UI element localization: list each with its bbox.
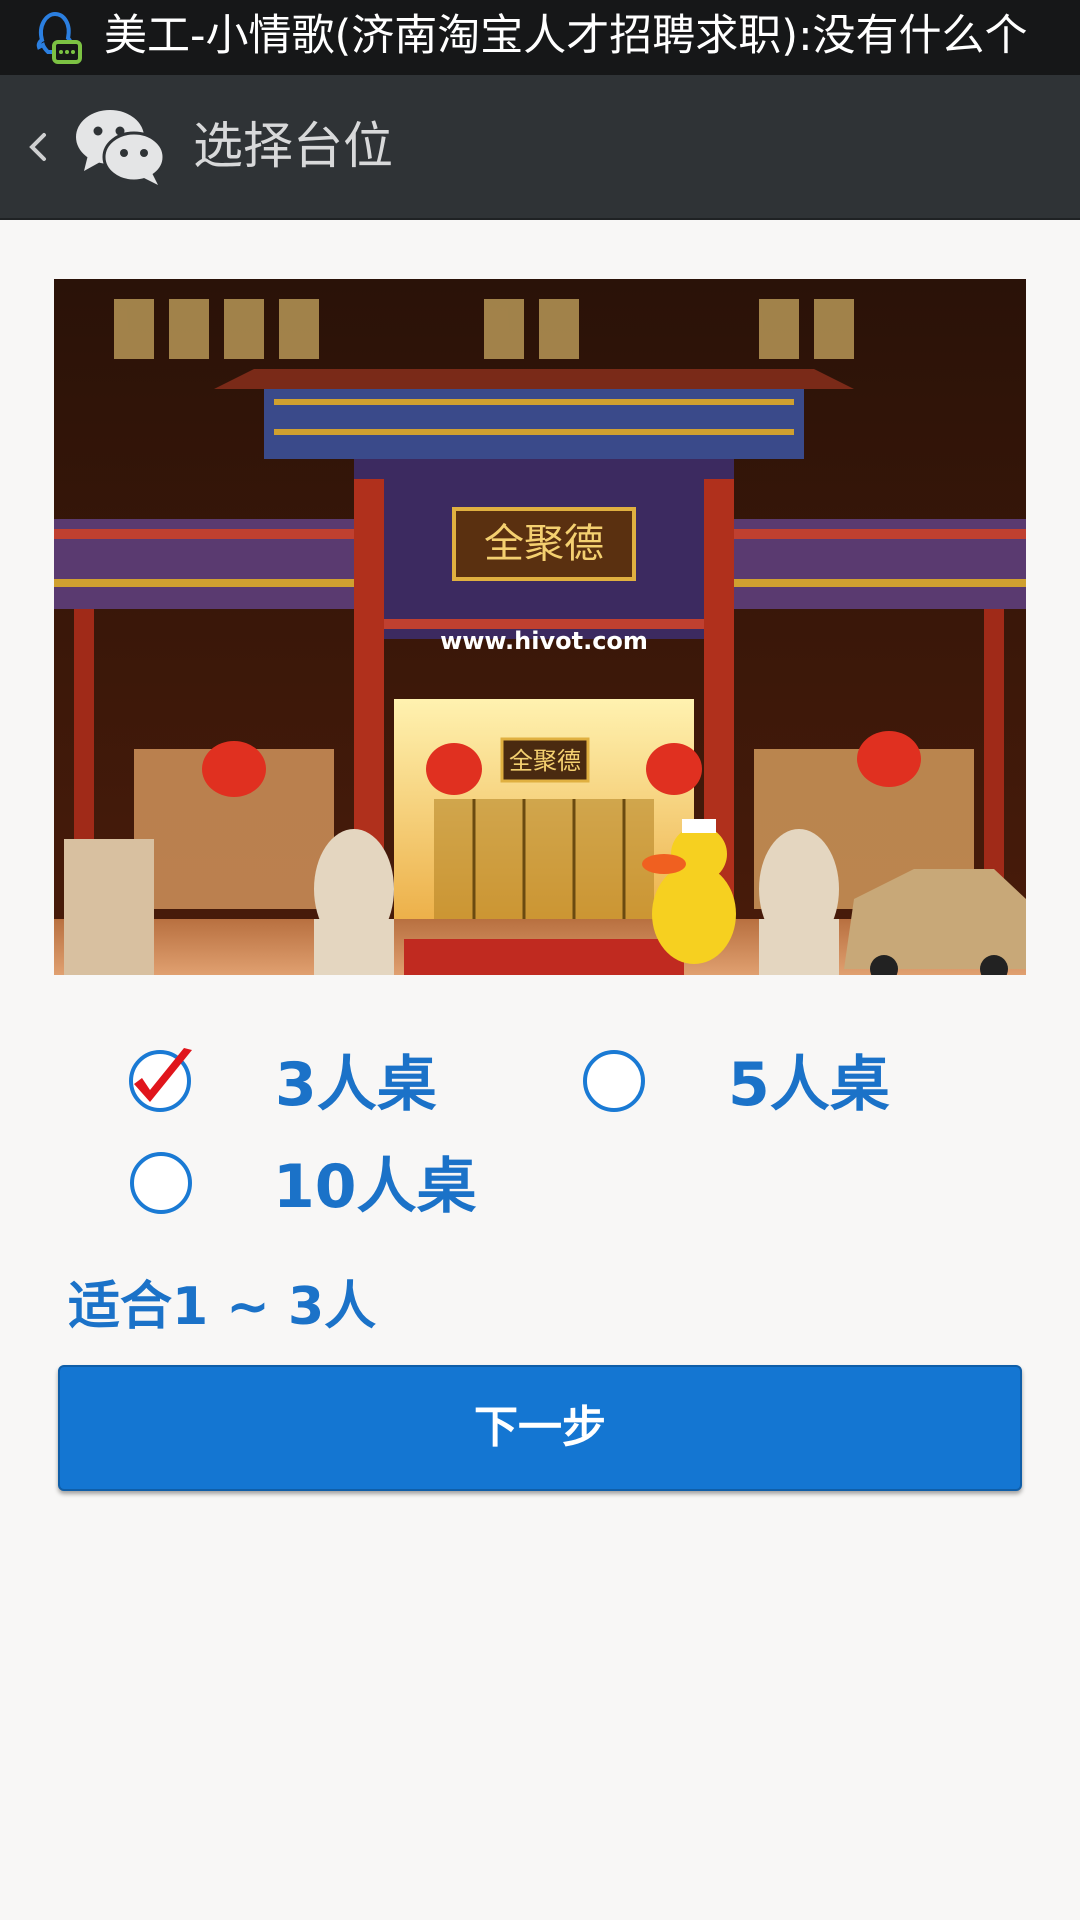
checkmark-icon	[134, 1048, 192, 1102]
next-step-button[interactable]: 下一步	[58, 1365, 1022, 1491]
option-label-3-person: 3人桌	[275, 1050, 437, 1120]
sign-url: www.hivot.com	[440, 627, 648, 655]
status-bar: 美工-小情歌(济南淘宝人才招聘求职):没有什么个	[0, 0, 1080, 75]
sign-main: 全聚德	[484, 521, 604, 567]
wechat-icon	[76, 110, 166, 185]
notification-text: 美工-小情歌(济南淘宝人才招聘求职):没有什么个	[104, 11, 1028, 61]
sign-door: 全聚德	[509, 747, 581, 775]
chevron-left-icon[interactable]	[22, 111, 52, 183]
radio-10-person[interactable]	[130, 1152, 192, 1214]
page-title: 选择台位	[193, 117, 393, 175]
option-label-10-person: 10人桌	[273, 1152, 477, 1222]
app-bar: 选择台位	[0, 75, 1080, 220]
capacity-hint: 适合1 ~ 3人	[68, 1277, 377, 1337]
radio-5-person[interactable]	[583, 1050, 645, 1112]
restaurant-facade-image: 全聚德 www.hivot.com 全聚德	[54, 279, 1026, 975]
restaurant-photo: 全聚德 www.hivot.com 全聚德	[54, 279, 1026, 975]
option-label-5-person: 5人桌	[728, 1050, 890, 1120]
qq-icon	[36, 11, 82, 64]
